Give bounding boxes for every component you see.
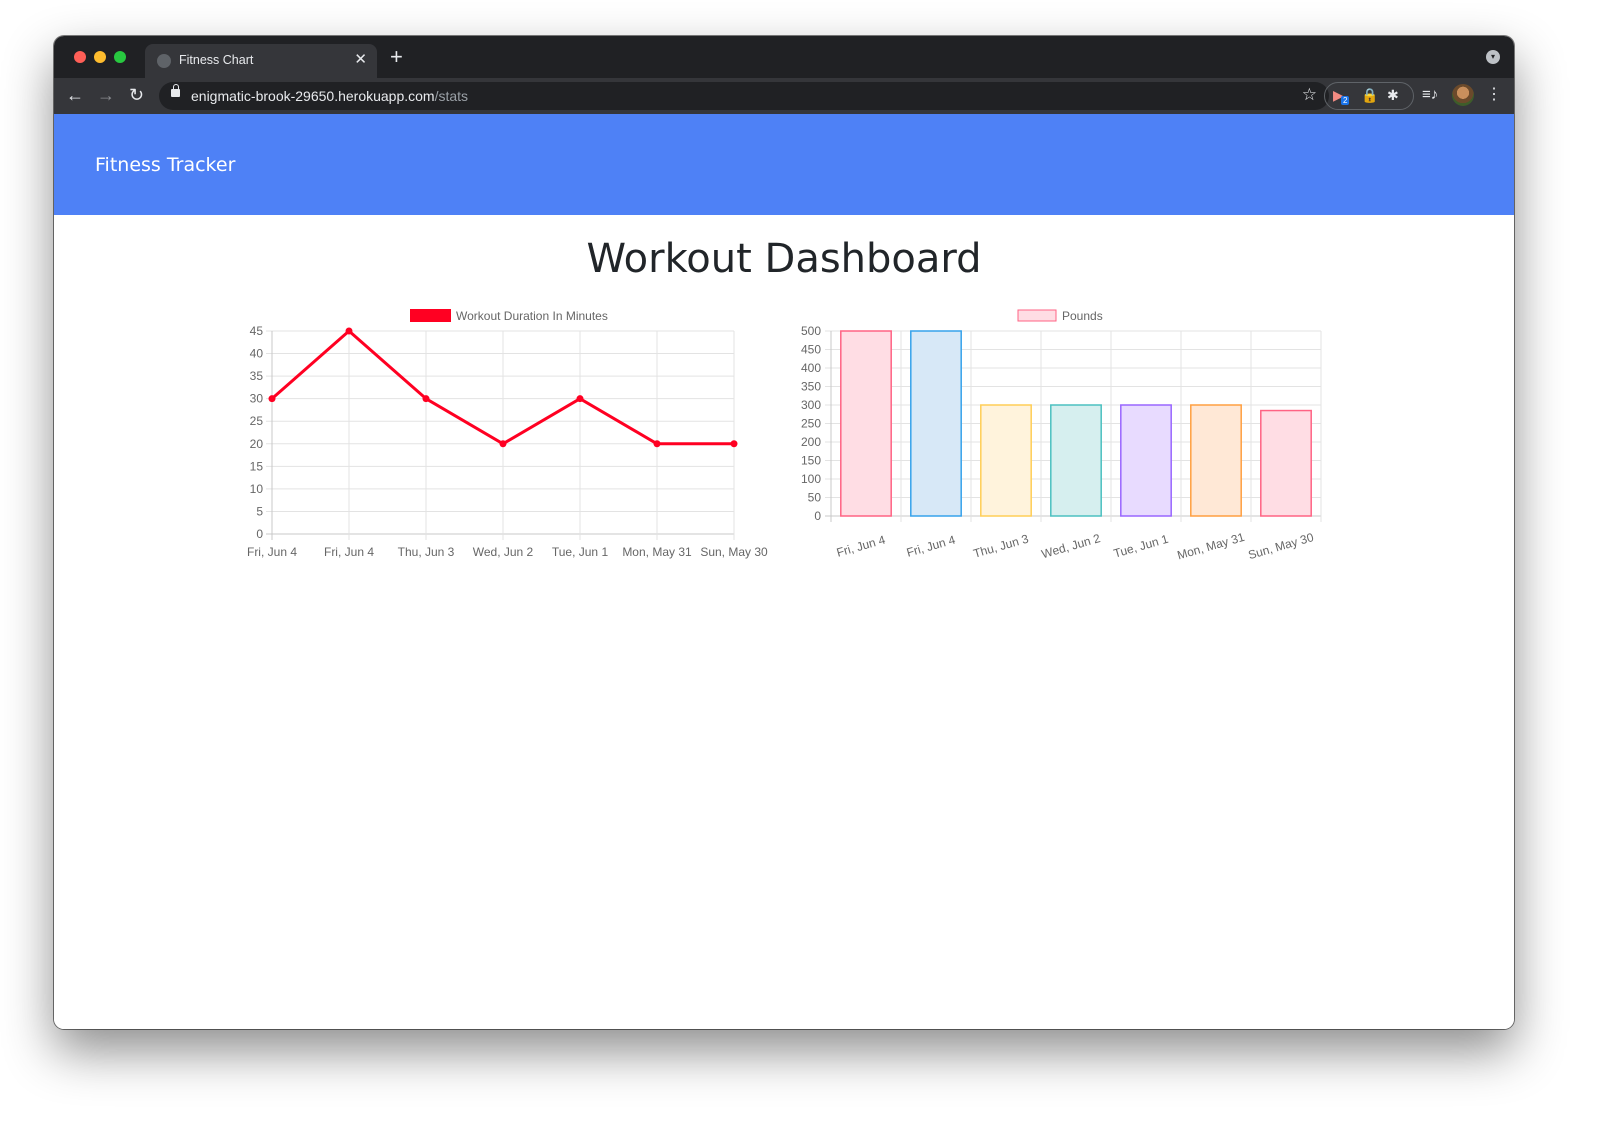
- data-point: [268, 395, 276, 403]
- x-tick-label: Thu, Jun 3: [398, 545, 455, 559]
- url-host: enigmatic-brook-29650.herokuapp.com: [191, 88, 435, 104]
- y-tick-label: 300: [801, 398, 821, 412]
- x-tick-label: Sun, May 30: [700, 545, 768, 559]
- data-point: [345, 327, 353, 335]
- brand-link[interactable]: Fitness Tracker: [95, 154, 235, 176]
- browser-toolbar: ← → ↻ enigmatic-brook-29650.herokuapp.co…: [54, 78, 1514, 114]
- y-tick-label: 350: [801, 380, 821, 394]
- bar: [1260, 409, 1312, 517]
- data-point: [422, 395, 430, 403]
- address-bar[interactable]: enigmatic-brook-29650.herokuapp.com/stat…: [159, 82, 1329, 110]
- y-tick-label: 150: [801, 454, 821, 468]
- legend-swatch: [1017, 309, 1057, 322]
- x-tick-label: Sun, May 30: [1247, 530, 1316, 562]
- y-tick-label: 100: [801, 472, 821, 486]
- y-tick-label: 10: [250, 482, 264, 496]
- page-title: Workout Dashboard: [586, 236, 982, 282]
- close-tab-icon[interactable]: ✕: [354, 50, 367, 68]
- y-tick-label: 35: [250, 369, 264, 383]
- y-tick-label: 30: [250, 392, 264, 406]
- bar: [1120, 404, 1172, 517]
- forward-arrow-icon[interactable]: →: [97, 84, 115, 106]
- navbar: Fitness Tracker: [54, 114, 1514, 215]
- y-tick-label: 450: [801, 343, 821, 357]
- data-point: [499, 440, 507, 448]
- x-tick-label: Fri, Jun 4: [247, 545, 297, 559]
- minimize-window-button[interactable]: [94, 51, 106, 63]
- puzzle-extensions-icon[interactable]: ✱: [1387, 87, 1399, 104]
- legend-label: Workout Duration In Minutes: [456, 309, 608, 323]
- back-arrow-icon[interactable]: ←: [66, 84, 84, 106]
- maximize-window-button[interactable]: [114, 51, 126, 63]
- url-text[interactable]: enigmatic-brook-29650.herokuapp.com/stat…: [191, 88, 468, 104]
- close-window-button[interactable]: [74, 51, 86, 63]
- bar: [840, 330, 892, 517]
- y-tick-label: 400: [801, 361, 821, 375]
- pounds-bar-chart: Pounds 0 50 100 150 200 250 300 350 400 450 500 Fri,…: [801, 309, 1322, 563]
- globe-icon: [157, 54, 171, 68]
- y-tick-label: 20: [250, 437, 264, 451]
- y-tick-label: 25: [250, 414, 264, 428]
- y-tick-label: 40: [250, 347, 264, 361]
- data-point: [576, 395, 584, 403]
- x-tick-label: Mon, May 31: [622, 545, 692, 559]
- y-tick-label: 500: [801, 324, 821, 338]
- bar: [910, 330, 962, 517]
- bar: [980, 404, 1032, 517]
- x-tick-label: Fri, Jun 4: [835, 532, 887, 559]
- x-tick-label: Wed, Jun 2: [473, 545, 534, 559]
- tab-search-icon[interactable]: ▾: [1486, 50, 1500, 64]
- data-point: [653, 440, 661, 448]
- x-tick-label: Mon, May 31: [1176, 530, 1247, 563]
- profile-avatar[interactable]: [1452, 84, 1474, 106]
- bookmark-star-icon[interactable]: ☆: [1302, 85, 1317, 105]
- browser-window: Fitness Chart ✕ + ▾ ← → ↻ enigmatic-broo…: [54, 36, 1514, 1029]
- browser-tab[interactable]: Fitness Chart ✕: [145, 44, 377, 78]
- y-tick-label: 200: [801, 435, 821, 449]
- y-tick-label: 250: [801, 417, 821, 431]
- tab-bar: Fitness Chart ✕ + ▾: [54, 36, 1514, 78]
- duration-line-chart: Workout Duration In Minutes 0 5 10 15 20 25 30 3…: [247, 309, 768, 559]
- page-content: Fitness Tracker Workout Dashboard Workou…: [54, 114, 1514, 1029]
- x-tick-label: Tue, Jun 1: [552, 545, 609, 559]
- extension-badge: 2: [1341, 96, 1350, 105]
- y-tick-label: 0: [814, 509, 821, 523]
- extensions-group: ▶ 2 🔒 ✱: [1324, 82, 1414, 110]
- tab-title: Fitness Chart: [179, 53, 254, 67]
- url-path: /stats: [434, 88, 469, 104]
- legend-swatch: [410, 309, 451, 322]
- bar: [1050, 404, 1102, 517]
- x-tick-label: Thu, Jun 3: [972, 532, 1031, 561]
- bar: [1190, 404, 1242, 517]
- x-tick-label: Fri, Jun 4: [905, 532, 957, 559]
- y-tick-label: 15: [250, 459, 264, 473]
- x-tick-label: Wed, Jun 2: [1040, 531, 1102, 561]
- y-tick-label: 50: [808, 491, 822, 505]
- lock-icon[interactable]: [171, 84, 180, 97]
- password-lock-icon[interactable]: 🔒: [1361, 87, 1378, 104]
- y-tick-label: 5: [256, 504, 263, 518]
- reload-icon[interactable]: ↻: [129, 84, 144, 106]
- y-tick-label: 0: [256, 527, 263, 541]
- data-point: [730, 440, 738, 448]
- x-tick-label: Tue, Jun 1: [1112, 532, 1170, 561]
- new-tab-button[interactable]: +: [390, 45, 403, 69]
- media-control-icon[interactable]: ≡♪: [1422, 86, 1438, 103]
- x-tick-label: Fri, Jun 4: [324, 545, 374, 559]
- more-menu-icon[interactable]: ⋮: [1486, 84, 1502, 104]
- legend-label: Pounds: [1062, 309, 1103, 323]
- y-tick-label: 45: [250, 324, 264, 338]
